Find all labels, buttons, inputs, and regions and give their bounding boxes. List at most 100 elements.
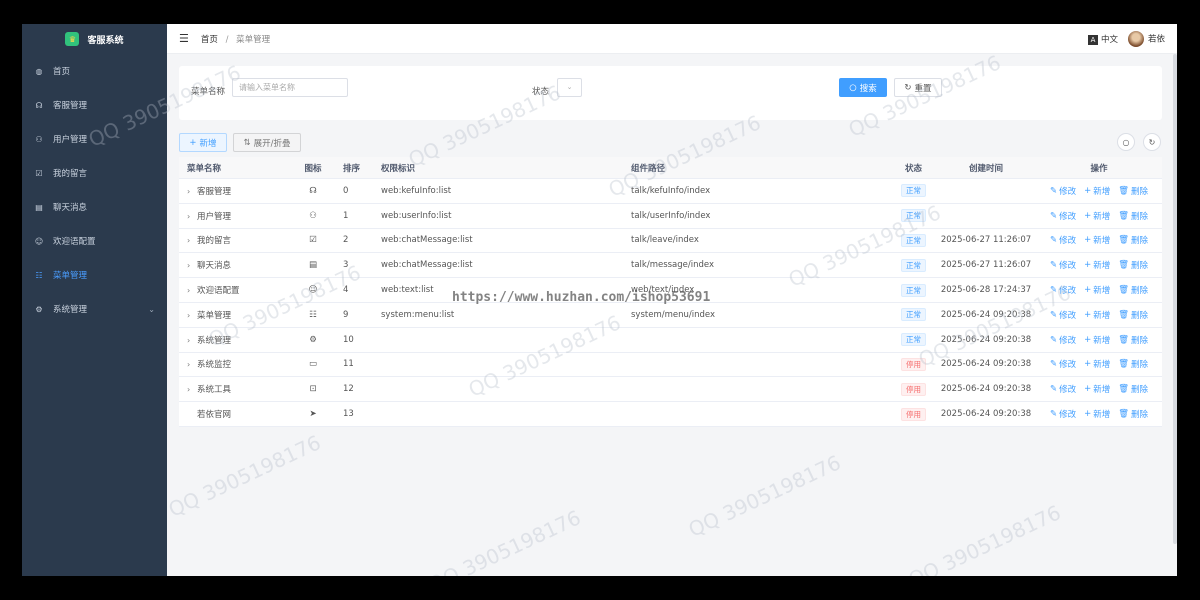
chevron-right-icon[interactable]: ›: [187, 360, 197, 369]
add-child-button[interactable]: + 新增: [1084, 383, 1110, 395]
sidebar-item[interactable]: ☷ 菜单管理: [22, 258, 167, 292]
smile-icon: ☺: [308, 285, 318, 296]
table-row[interactable]: › 系统管理 ⚙ 10 正常 2025-06-24 09:20:38 ✎ 修改 + 新增 🗑 删除: [179, 328, 1162, 353]
edit-button[interactable]: ✎ 修改: [1050, 334, 1076, 346]
delete-button[interactable]: 🗑 删除: [1118, 284, 1148, 296]
cell-ops: ✎ 修改 + 新增 🗑 删除: [1036, 309, 1162, 321]
toggle-search-button[interactable]: ○: [1117, 133, 1135, 151]
edit-button[interactable]: ✎ 修改: [1050, 259, 1076, 271]
chevron-right-icon[interactable]: ›: [187, 385, 197, 394]
add-child-button[interactable]: + 新增: [1084, 309, 1110, 321]
chevron-right-icon[interactable]: ›: [187, 336, 197, 345]
sidebar-item-label: 我的留言: [53, 169, 88, 179]
edit-button[interactable]: ✎ 修改: [1050, 383, 1076, 395]
status-select[interactable]: ⌄: [557, 78, 582, 97]
menu-name: 菜单管理: [197, 310, 232, 321]
sidebar-item[interactable]: ⚇ 用户管理: [22, 122, 167, 156]
scrollbar[interactable]: [1173, 54, 1177, 544]
chevron-right-icon[interactable]: ›: [187, 236, 197, 245]
table-row[interactable]: › 聊天消息 ▤ 3 web:chatMessage:list talk/message/…: [179, 253, 1162, 279]
breadcrumb-home[interactable]: 首页: [201, 35, 218, 45]
add-child-button-label: 新增: [1093, 236, 1111, 247]
add-child-button[interactable]: + 新增: [1084, 210, 1110, 222]
edit-button[interactable]: ✎ 修改: [1050, 210, 1076, 222]
table-row[interactable]: 若依官网 ➤ 13 停用 2025-06-24 09:20:38 ✎ 修改 + 新增 🗑 删除: [179, 402, 1162, 427]
add-child-button[interactable]: + 新增: [1084, 334, 1110, 346]
cell-name: › 欢迎语配置: [179, 284, 291, 296]
table-row[interactable]: › 菜单管理 ☷ 9 system:menu:list system/menu/index…: [179, 303, 1162, 328]
add-child-button-label: 新增: [1093, 335, 1111, 346]
add-child-button[interactable]: + 新增: [1084, 408, 1110, 420]
checkbox-icon: ☑: [35, 168, 43, 178]
col-header-perm: 权限标识: [381, 163, 416, 174]
sidebar-item-label: 聊天消息: [53, 203, 88, 213]
reset-button[interactable]: ↻ 重置: [894, 78, 942, 97]
delete-button[interactable]: 🗑 删除: [1118, 234, 1148, 246]
status-badge: 正常: [901, 333, 926, 347]
delete-button-label: 删除: [1131, 286, 1149, 297]
menu-name: 用户管理: [197, 211, 232, 222]
chevron-right-icon[interactable]: ›: [187, 311, 197, 320]
sidebar-item[interactable]: ☑ 我的留言: [22, 156, 167, 190]
sidebar-item[interactable]: ▤ 聊天消息: [22, 190, 167, 224]
search-button[interactable]: ○ 搜索: [839, 78, 887, 97]
table-row[interactable]: › 系统工具 ⊡ 12 停用 2025-06-24 09:20:38 ✎ 修改 + 新增 🗑 删除: [179, 377, 1162, 403]
add-child-button[interactable]: + 新增: [1084, 358, 1110, 370]
delete-button[interactable]: 🗑 删除: [1118, 334, 1148, 346]
table-row[interactable]: › 用户管理 ⚇ 1 web:userInfo:list talk/userInfo/in…: [179, 204, 1162, 229]
delete-button[interactable]: 🗑 删除: [1118, 185, 1148, 197]
table-row[interactable]: › 我的留言 ☑ 2 web:chatMessage:list talk/leave/in…: [179, 229, 1162, 254]
chevron-right-icon[interactable]: ›: [187, 187, 197, 196]
cell-ops: ✎ 修改 + 新增 🗑 删除: [1036, 358, 1162, 370]
edit-button[interactable]: ✎ 修改: [1050, 234, 1076, 246]
cell-path: talk/leave/index: [631, 235, 699, 246]
user-menu[interactable]: 若依: [1127, 30, 1165, 47]
trash-icon: 🗑: [1118, 409, 1130, 420]
edit-button[interactable]: ✎ 修改: [1050, 358, 1076, 370]
add-child-button[interactable]: + 新增: [1084, 259, 1110, 271]
edit-button[interactable]: ✎ 修改: [1050, 185, 1076, 197]
delete-button[interactable]: 🗑 删除: [1118, 408, 1148, 420]
language-switch[interactable]: A 中文: [1087, 33, 1118, 45]
sidebar-item[interactable]: ☊ 客服管理: [22, 88, 167, 122]
chevron-right-icon[interactable]: ›: [187, 212, 197, 221]
delete-button[interactable]: 🗑 删除: [1118, 383, 1148, 395]
chevron-right-icon[interactable]: ›: [187, 286, 197, 295]
sidebar-item[interactable]: ◍ 首页: [22, 54, 167, 88]
edit-icon: ✎: [1049, 210, 1058, 221]
delete-button[interactable]: 🗑 删除: [1118, 210, 1148, 222]
add-child-button[interactable]: + 新增: [1084, 234, 1110, 246]
add-button[interactable]: + 新增: [179, 133, 227, 152]
edit-button[interactable]: ✎ 修改: [1050, 284, 1076, 296]
cell-time: 2025-06-24 09:20:38: [940, 409, 1032, 420]
logo[interactable]: ♛ 客服系统: [22, 24, 167, 54]
breadcrumb-separator: /: [225, 34, 229, 45]
expand-collapse-button[interactable]: ⇅ 展开/折叠: [233, 133, 301, 152]
table-header: 菜单名称 图标 排序 权限标识 组件路径 状态 创建时间 操作: [179, 157, 1162, 179]
edit-button[interactable]: ✎ 修改: [1050, 408, 1076, 420]
cell-time: 2025-06-27 11:26:07: [940, 235, 1032, 246]
plus-icon: +: [1084, 309, 1092, 320]
col-header-icon: 图标: [304, 163, 322, 174]
chevron-right-icon[interactable]: ›: [187, 261, 197, 270]
delete-button[interactable]: 🗑 删除: [1118, 358, 1148, 370]
cell-order: 1: [343, 210, 349, 221]
add-child-button[interactable]: + 新增: [1084, 284, 1110, 296]
refresh-button[interactable]: ↻: [1143, 133, 1161, 151]
sidebar-item[interactable]: ⚙ 系统管理 ⌄: [22, 292, 167, 326]
hamburger-icon[interactable]: ☰: [179, 32, 189, 45]
table-row[interactable]: › 系统监控 ▭ 11 停用 2025-06-24 09:20:38 ✎ 修改 + 新增 🗑 删除: [179, 353, 1162, 378]
menu-name-input[interactable]: 请输入菜单名称: [232, 78, 348, 97]
delete-button[interactable]: 🗑 删除: [1118, 309, 1148, 321]
table-row[interactable]: › 客服管理 ☊ 0 web:kefuInfo:list talk/kefuInfo/in…: [179, 179, 1162, 204]
cell-name: › 客服管理: [179, 185, 291, 197]
add-child-button[interactable]: + 新增: [1084, 185, 1110, 197]
status-badge: 正常: [901, 233, 926, 247]
plus-icon: +: [1084, 235, 1092, 246]
edit-button-label: 修改: [1059, 385, 1077, 396]
edit-button[interactable]: ✎ 修改: [1050, 309, 1076, 321]
col-header-order: 排序: [343, 163, 361, 174]
sidebar-item[interactable]: ☺ 欢迎语配置: [22, 224, 167, 258]
delete-button[interactable]: 🗑 删除: [1118, 259, 1148, 271]
headset-icon: ☊: [309, 185, 317, 196]
